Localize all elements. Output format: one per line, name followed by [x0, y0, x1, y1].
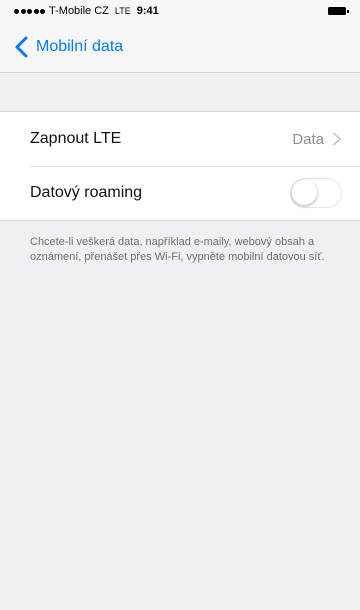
toggle-knob [292, 180, 317, 205]
status-bar: T-Mobile CZ LTE 9:41 [0, 0, 360, 22]
row-enable-lte[interactable]: Zapnout LTE Data [0, 112, 360, 166]
network-type: LTE [114, 6, 131, 16]
settings-group: Zapnout LTE Data Datový roaming [0, 111, 360, 221]
row-value: Data [292, 130, 324, 148]
carrier-name: T-Mobile CZ [49, 5, 109, 17]
signal-icon [14, 8, 45, 14]
row-label: Zapnout LTE [30, 130, 122, 147]
footer-note: Chcete-li veškerá data, například e-mail… [30, 236, 325, 263]
nav-bar: Mobilní data [0, 22, 360, 72]
back-label: Mobilní data [36, 38, 124, 55]
top-bars: T-Mobile CZ LTE 9:41 Mobilní data [0, 0, 360, 73]
back-button[interactable]: Mobilní data [14, 36, 123, 58]
chevron-left-icon [15, 36, 28, 58]
battery-icon [328, 7, 349, 15]
row-data-roaming: Datový roaming [0, 166, 360, 220]
settings-screen: T-Mobile CZ LTE 9:41 Mobilní data Zapnou… [0, 0, 360, 610]
data-roaming-toggle[interactable] [290, 178, 342, 208]
chevron-right-icon [333, 132, 341, 146]
row-label: Datový roaming [30, 184, 143, 201]
status-time: 9:41 [136, 5, 159, 17]
